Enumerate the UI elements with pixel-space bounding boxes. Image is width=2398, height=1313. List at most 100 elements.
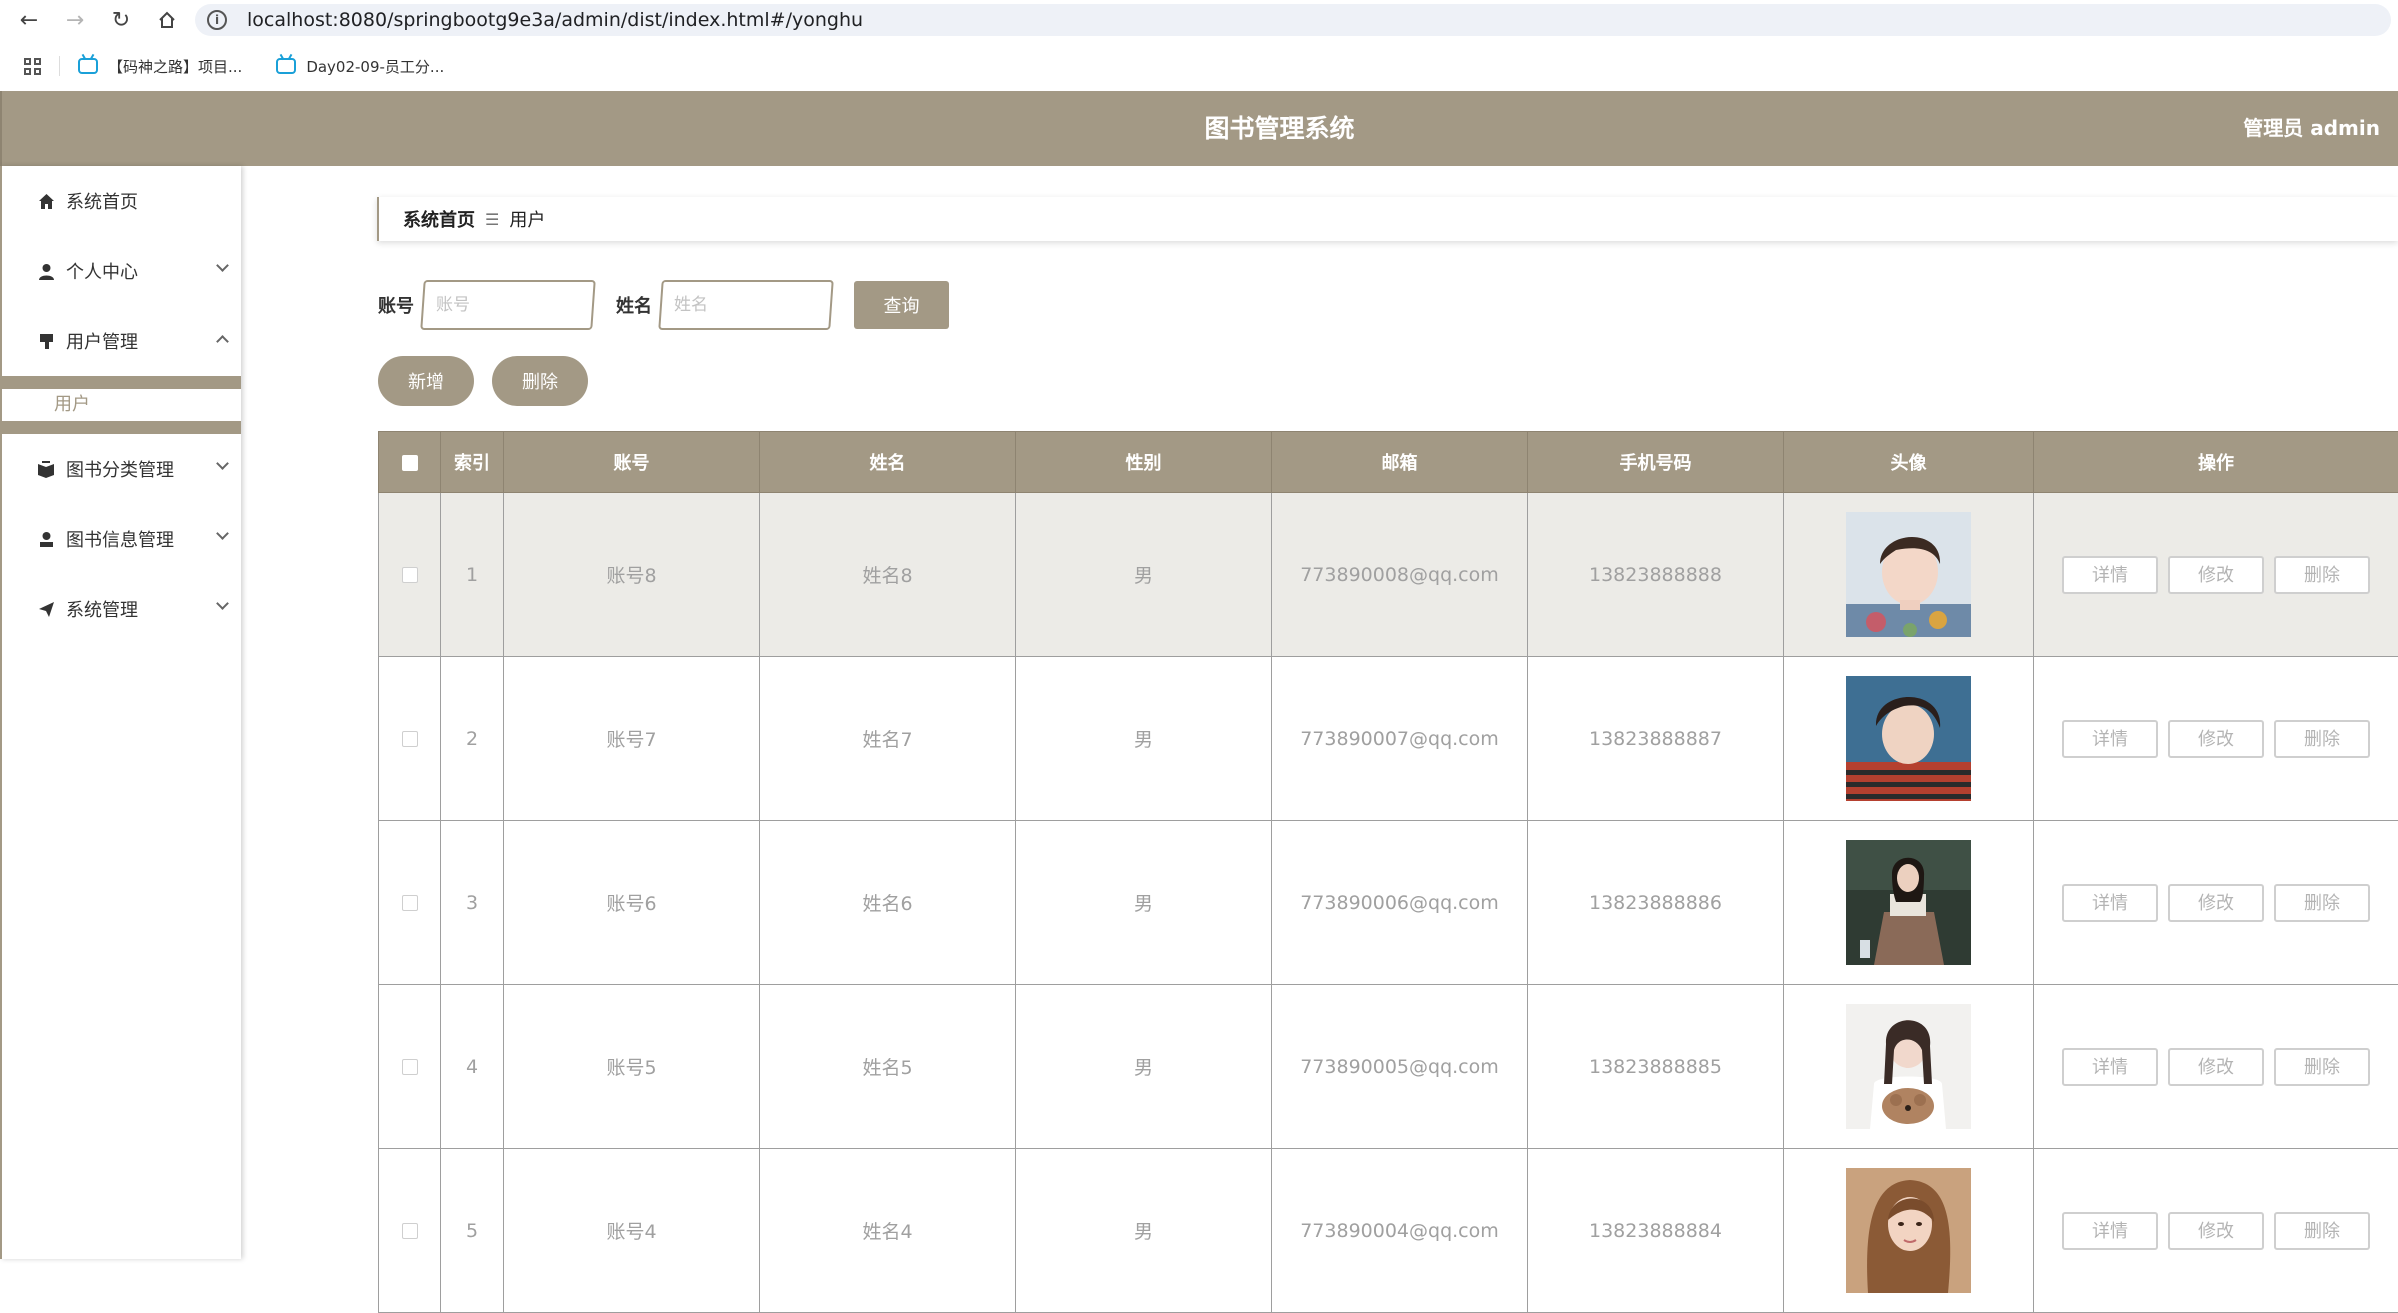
row-checkbox[interactable]	[402, 731, 418, 747]
delete-button[interactable]: 删除	[2274, 1212, 2370, 1250]
row-checkbox[interactable]	[402, 895, 418, 911]
account-input[interactable]	[436, 295, 576, 315]
detail-button[interactable]: 详情	[2062, 1212, 2158, 1250]
table-row[interactable]: 1账号8姓名8男773890008@qq.com13823888888 详情修改…	[379, 493, 2398, 657]
home-page-icon[interactable]	[144, 0, 190, 40]
row-select-cell[interactable]	[379, 493, 441, 657]
select-all-checkbox[interactable]	[402, 455, 418, 471]
row-checkbox[interactable]	[402, 1059, 418, 1075]
avatar-image	[1846, 512, 1971, 637]
detail-button[interactable]: 详情	[2062, 1048, 2158, 1086]
detail-button[interactable]: 详情	[2062, 884, 2158, 922]
sidebar-item-label: 个人中心	[66, 258, 138, 284]
avatar-cell	[1784, 821, 2034, 985]
select-all-cell[interactable]	[379, 432, 441, 493]
table-row[interactable]: 2账号7姓名7男773890007@qq.com13823888887 详情修改…	[379, 657, 2398, 821]
edit-button[interactable]: 修改	[2168, 1048, 2264, 1086]
account-cell: 账号7	[504, 657, 760, 821]
operations-cell: 详情修改删除	[2034, 1149, 2398, 1313]
column-header: 头像	[1784, 432, 2034, 493]
sidebar-item-label: 图书信息管理	[66, 526, 174, 552]
breadcrumb-home[interactable]: 系统首页	[403, 206, 475, 232]
email-cell: 773890006@qq.com	[1272, 821, 1528, 985]
search-form: 账号 姓名 查询	[378, 280, 949, 330]
table-row[interactable]: 3账号6姓名6男773890006@qq.com13823888886 详情修改…	[379, 821, 2398, 985]
sidebar-item-book-info[interactable]: 图书信息管理	[2, 504, 241, 574]
sidebar-subitem-user[interactable]: 用户	[2, 389, 241, 421]
row-select-cell[interactable]	[379, 985, 441, 1149]
name-field[interactable]	[658, 280, 833, 330]
sidebar-item-user-management[interactable]: 用户管理	[2, 306, 241, 376]
sidebar-item-label: 图书分类管理	[66, 456, 174, 482]
app-title: 图书管理系统	[2, 91, 2398, 166]
name-input[interactable]	[674, 295, 814, 315]
reload-icon[interactable]: ↻	[98, 0, 144, 40]
bookmark-item[interactable]: Day02-09-员工分...	[276, 56, 444, 77]
row-select-cell[interactable]	[379, 657, 441, 821]
name-label: 姓名	[616, 292, 652, 318]
apps-grid-icon[interactable]	[24, 58, 41, 75]
email-cell: 773890005@qq.com	[1272, 985, 1528, 1149]
back-arrow-icon[interactable]: ←	[6, 0, 52, 40]
edit-button[interactable]: 修改	[2168, 884, 2264, 922]
send-icon	[36, 599, 56, 619]
gender-cell: 男	[1016, 821, 1272, 985]
sidebar-item-personal-center[interactable]: 个人中心	[2, 236, 241, 306]
avatar-cell	[1784, 1149, 2034, 1313]
bookmarks-bar: 【码神之路】项目... Day02-09-员工分...	[0, 48, 2398, 84]
account-cell: 账号8	[504, 493, 760, 657]
column-header: 操作	[2034, 432, 2398, 493]
delete-button[interactable]: 删除	[2274, 556, 2370, 594]
add-button[interactable]: 新增	[378, 356, 474, 406]
row-checkbox[interactable]	[402, 567, 418, 583]
delete-button[interactable]: 删除	[2274, 1048, 2370, 1086]
sidebar-item-book-category[interactable]: 图书分类管理	[2, 434, 241, 504]
row-select-cell[interactable]	[379, 1149, 441, 1313]
browser-toolbar: ← → ↻ i localhost:8080/springbootg9e3a/a…	[0, 0, 2398, 40]
account-cell: 账号5	[504, 985, 760, 1149]
name-cell: 姓名4	[760, 1149, 1016, 1313]
index-cell: 5	[441, 1149, 504, 1313]
row-checkbox[interactable]	[402, 1223, 418, 1239]
edit-button[interactable]: 修改	[2168, 556, 2264, 594]
sidebar-item-system[interactable]: 系统管理	[2, 574, 241, 644]
sidebar-item-home[interactable]: 系统首页	[2, 166, 241, 236]
row-select-cell[interactable]	[379, 821, 441, 985]
breadcrumb-separator-icon: ☰	[485, 210, 499, 229]
site-info-icon[interactable]: i	[207, 10, 227, 30]
delete-button[interactable]: 删除	[2274, 720, 2370, 758]
gender-cell: 男	[1016, 657, 1272, 821]
edit-button[interactable]: 修改	[2168, 720, 2264, 758]
avatar-cell	[1784, 493, 2034, 657]
name-cell: 姓名7	[760, 657, 1016, 821]
phone-cell: 13823888886	[1528, 821, 1784, 985]
bilibili-icon	[276, 58, 296, 74]
table-actions: 新增 删除	[378, 356, 606, 406]
bookmark-label: 【码神之路】项目...	[108, 56, 242, 77]
chevron-down-icon	[216, 457, 229, 470]
bookmark-item[interactable]: 【码神之路】项目...	[78, 56, 242, 77]
batch-delete-button[interactable]: 删除	[492, 356, 588, 406]
detail-button[interactable]: 详情	[2062, 556, 2158, 594]
name-cell: 姓名6	[760, 821, 1016, 985]
operations-cell: 详情修改删除	[2034, 985, 2398, 1149]
query-button[interactable]: 查询	[854, 281, 949, 329]
table-row[interactable]: 4账号5姓名5男773890005@qq.com13823888885 详情修改…	[379, 985, 2398, 1149]
address-bar[interactable]: i localhost:8080/springbootg9e3a/admin/d…	[195, 4, 2391, 36]
bookmark-label: Day02-09-员工分...	[306, 56, 444, 77]
account-field[interactable]	[420, 280, 595, 330]
person-icon	[36, 261, 56, 281]
delete-button[interactable]: 删除	[2274, 884, 2370, 922]
avatar-cell	[1784, 985, 2034, 1149]
chevron-down-icon	[216, 527, 229, 540]
account-cell: 账号6	[504, 821, 760, 985]
email-cell: 773890007@qq.com	[1272, 657, 1528, 821]
category-icon	[36, 459, 56, 479]
edit-button[interactable]: 修改	[2168, 1212, 2264, 1250]
url-text: localhost:8080/springbootg9e3a/admin/dis…	[247, 9, 863, 31]
table-row[interactable]: 5账号4姓名4男773890004@qq.com13823888884 详情修改…	[379, 1149, 2398, 1313]
detail-button[interactable]: 详情	[2062, 720, 2158, 758]
forward-arrow-icon[interactable]: →	[52, 0, 98, 40]
submenu: 用户	[2, 376, 241, 434]
current-user[interactable]: 管理员 admin	[2243, 91, 2380, 166]
